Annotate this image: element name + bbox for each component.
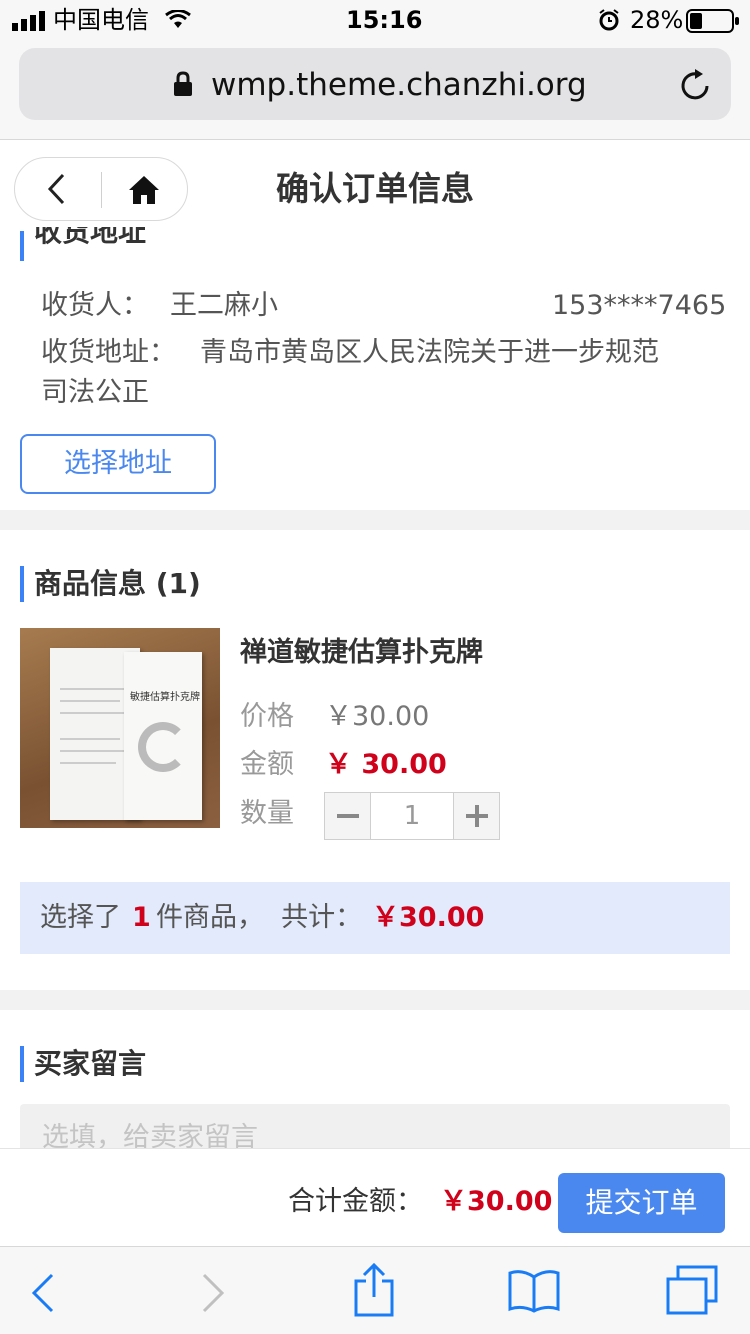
minus-icon	[337, 814, 359, 818]
product-box-label: 敏捷估算扑克牌	[130, 692, 200, 703]
status-bar: 中国电信 15:16 28%	[0, 0, 750, 40]
total-label: 合计金额：	[288, 1186, 423, 1217]
browser-forward-icon[interactable]	[200, 1273, 226, 1313]
address-line-2: 司法公正	[41, 377, 149, 408]
message-section-title: 买家留言	[34, 1047, 147, 1080]
page-header: 确认订单信息	[0, 141, 750, 231]
swirl-graphic	[138, 722, 188, 772]
checkout-bar: 合计金额： ￥30.00 提交订单	[0, 1148, 750, 1246]
summary-prefix: 选择了	[40, 902, 121, 933]
price-value: ￥30.00	[325, 701, 430, 732]
receiver-phone: 153****7465	[552, 290, 727, 321]
page-title: 确认订单信息	[276, 169, 474, 208]
submit-order-button[interactable]: 提交订单	[558, 1173, 725, 1233]
goods-section-title: 商品信息 (1)	[34, 567, 201, 600]
lock-icon	[174, 71, 192, 96]
share-icon[interactable]	[352, 1263, 396, 1317]
summary-mid: 件商品， 共计：	[156, 902, 363, 933]
amount-label: 金额	[240, 749, 294, 780]
receiver-label: 收货人：	[41, 290, 149, 321]
wifi-icon	[165, 10, 191, 28]
section-divider	[0, 990, 750, 1010]
summary-count: 1	[132, 902, 151, 933]
receiver-name: 王二麻小	[170, 290, 278, 321]
browser-toolbar	[0, 1246, 750, 1334]
summary-total: ￥30.00	[372, 902, 485, 933]
url-text[interactable]: wmp.theme.chanzhi.org	[211, 68, 587, 102]
bookmarks-icon[interactable]	[508, 1269, 560, 1313]
amount-value: ￥ 30.00	[325, 749, 447, 780]
section-marker	[20, 1046, 24, 1082]
clock-time: 15:16	[346, 6, 423, 34]
section-divider	[0, 510, 750, 530]
total-value: ￥30.00	[440, 1186, 553, 1217]
address-section-title: 收货地址	[34, 227, 147, 248]
quantity-label: 数量	[240, 798, 294, 829]
carrier-label: 中国电信	[53, 6, 149, 34]
browser-address-area: wmp.theme.chanzhi.org	[0, 40, 750, 140]
product-name[interactable]: 禅道敏捷估算扑克牌	[240, 636, 483, 670]
quantity-input[interactable]: 1	[371, 793, 453, 839]
alarm-icon	[599, 9, 619, 31]
battery-icon	[686, 9, 739, 33]
increase-quantity-button[interactable]	[453, 793, 499, 839]
quantity-stepper: 1	[324, 792, 500, 840]
section-marker	[20, 231, 24, 261]
price-label: 价格	[240, 701, 294, 732]
select-address-button[interactable]: 选择地址	[20, 434, 216, 494]
order-summary: 选择了 1 件商品， 共计： ￥30.00	[20, 882, 730, 954]
url-bar[interactable]: wmp.theme.chanzhi.org	[19, 48, 731, 120]
plus-icon	[466, 805, 488, 827]
reload-icon[interactable]	[680, 68, 712, 102]
tabs-icon[interactable]	[666, 1265, 718, 1315]
product-image[interactable]: 敏捷估算扑克牌	[20, 628, 220, 828]
signal-icon	[12, 11, 45, 31]
section-marker	[20, 566, 24, 602]
decrease-quantity-button[interactable]	[325, 793, 371, 839]
address-label: 收货地址：	[41, 337, 176, 368]
product-box-front: 敏捷估算扑克牌	[124, 652, 202, 820]
battery-percent: 28%	[630, 6, 684, 34]
address-line-1: 青岛市黄岛区人民法院关于进一步规范	[200, 337, 659, 368]
browser-back-icon[interactable]	[30, 1273, 56, 1313]
